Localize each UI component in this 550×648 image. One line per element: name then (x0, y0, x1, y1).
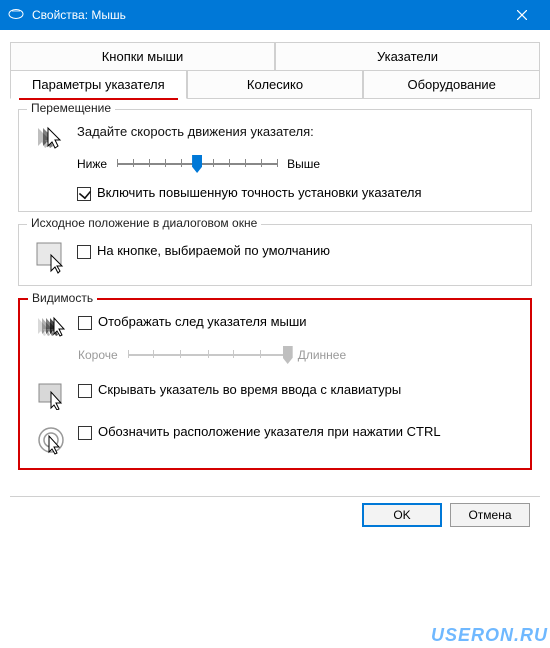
watermark: USERON.RU (431, 625, 548, 646)
cancel-button[interactable]: Отмена (450, 503, 530, 527)
trails-long-label: Длиннее (298, 348, 346, 362)
ctrl-locate-label: Обозначить расположение указателя при на… (98, 424, 441, 439)
speed-slider[interactable] (117, 153, 277, 175)
group-snap: Исходное положение в диалоговом окне На … (18, 224, 532, 286)
tab-pointers[interactable]: Указатели (275, 42, 540, 70)
tab-wheel[interactable]: Колесико (187, 71, 364, 99)
group-visibility: Видимость Отображать след указателя мыши (18, 298, 532, 470)
trails-checkbox[interactable] (78, 316, 92, 330)
snap-label: На кнопке, выбираемой по умолчанию (97, 243, 330, 258)
window-title: Свойства: Мышь (32, 8, 502, 22)
hide-typing-icon (30, 380, 78, 410)
trails-label: Отображать след указателя мыши (98, 314, 307, 329)
enhance-precision-label: Включить повышенную точность установки у… (97, 185, 422, 200)
trails-short-label: Короче (78, 348, 118, 362)
hide-typing-checkbox[interactable] (78, 384, 92, 398)
snap-icon (29, 239, 77, 275)
titlebar: Свойства: Мышь (0, 0, 550, 30)
speed-label: Задайте скорость движения указателя: (77, 124, 521, 139)
tab-buttons[interactable]: Кнопки мыши (10, 42, 275, 70)
cursor-speed-icon (29, 124, 77, 156)
hide-typing-label: Скрывать указатель во время ввода с клав… (98, 382, 401, 397)
tab-content: Перемещение Задайте скорость движения ук… (10, 99, 540, 492)
ctrl-locate-checkbox[interactable] (78, 426, 92, 440)
group-visibility-legend: Видимость (28, 291, 97, 305)
tabs-row-1: Кнопки мыши Указатели (10, 42, 540, 71)
group-motion: Перемещение Задайте скорость движения ук… (18, 109, 532, 212)
tab-hardware[interactable]: Оборудование (363, 71, 540, 99)
tab-pointer-options[interactable]: Параметры указателя (10, 71, 187, 99)
snap-checkbox[interactable] (77, 245, 91, 259)
slider-fast-label: Выше (287, 157, 320, 171)
dialog-buttons: OK Отмена (10, 496, 540, 539)
ok-button[interactable]: OK (362, 503, 442, 527)
enhance-precision-checkbox[interactable] (77, 187, 91, 201)
group-motion-legend: Перемещение (27, 101, 115, 115)
trails-slider (128, 344, 288, 366)
slider-slow-label: Ниже (77, 157, 107, 171)
tabs-row-2: Параметры указателя Колесико Оборудовани… (10, 71, 540, 99)
ctrl-locate-icon (30, 424, 78, 458)
mouse-icon (8, 8, 24, 23)
trails-icon (30, 314, 78, 344)
group-snap-legend: Исходное положение в диалоговом окне (27, 216, 261, 230)
close-icon[interactable] (502, 0, 542, 30)
